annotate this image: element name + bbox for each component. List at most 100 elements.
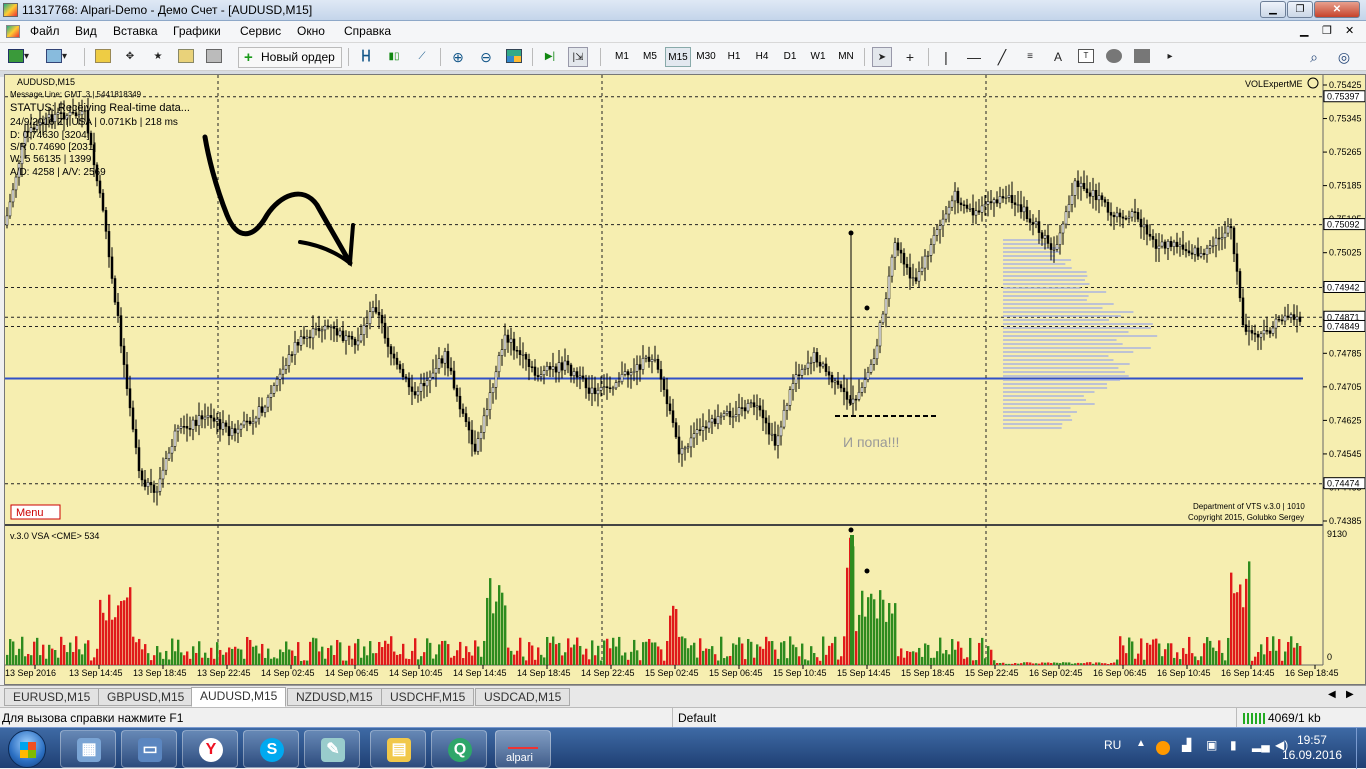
volume-bar — [840, 656, 843, 665]
label-icon[interactable]: T — [1076, 47, 1096, 67]
timeframe-h4[interactable]: H4 — [749, 47, 775, 67]
volume-bar — [135, 642, 138, 665]
close-button[interactable]: ✕ — [1314, 1, 1360, 18]
arrows-icon[interactable]: ▸ — [1160, 47, 1180, 67]
menu-insert[interactable]: Вставка — [113, 24, 158, 38]
tray-device-icon[interactable]: ▣ — [1206, 738, 1217, 752]
chat-icon[interactable]: ◎ — [1334, 47, 1354, 67]
horizontal-line-icon[interactable]: — — [964, 47, 984, 67]
volume-bar — [558, 642, 561, 665]
menu-help[interactable]: Справка — [344, 24, 391, 38]
cursor-icon[interactable]: ➤ — [872, 47, 892, 67]
new-order-button[interactable]: Новый ордер — [238, 47, 342, 68]
vertical-line-icon[interactable]: | — [936, 47, 956, 67]
candle-body — [422, 382, 426, 387]
candle-body — [179, 426, 183, 429]
timeframe-h1[interactable]: H1 — [721, 47, 747, 67]
timeframe-mn[interactable]: MN — [833, 47, 859, 67]
fibonacci-icon[interactable]: ≡ — [1020, 47, 1040, 67]
volume-bar — [81, 654, 84, 665]
chart-window[interactable]: 0.754250.753450.752650.751850.751050.750… — [4, 74, 1366, 685]
chart-shift-icon[interactable]: |⇲ — [568, 47, 588, 67]
market-watch-icon[interactable] — [93, 47, 113, 67]
timeframe-d1[interactable]: D1 — [777, 47, 803, 67]
tab-usdcad[interactable]: USDCAD,M15 — [475, 688, 571, 706]
volume-bar — [810, 646, 813, 665]
taskbar-yandex[interactable]: Y — [182, 730, 238, 768]
tray-app-icon[interactable] — [1156, 741, 1170, 755]
timeframe-w1[interactable]: W1 — [805, 47, 831, 67]
tab-usdchf[interactable]: USDCHF,M15 — [381, 688, 475, 706]
trendline-icon[interactable]: ╱ — [992, 47, 1012, 67]
tray-network-icon[interactable]: ▟ — [1182, 738, 1191, 752]
menu-file[interactable]: Файл — [30, 24, 60, 38]
volume-bar — [456, 650, 459, 665]
tab-audusd[interactable]: AUDUSD,M15 — [191, 687, 287, 707]
tray-power-icon[interactable]: ▮ — [1230, 738, 1237, 752]
taskbar-computer[interactable]: ▭ — [121, 730, 177, 768]
chart-canvas[interactable]: 0.754250.753450.752650.751850.751050.750… — [5, 75, 1366, 684]
data-window-icon[interactable]: ✥ — [120, 47, 140, 67]
taskbar-skype[interactable]: S — [243, 730, 299, 768]
candlestick-icon[interactable]: ▮▯ — [384, 47, 404, 67]
timeframe-m15[interactable]: M15 — [665, 47, 691, 67]
ellipse-icon[interactable] — [1104, 47, 1124, 67]
text-icon[interactable]: A — [1048, 47, 1068, 67]
mdi-minimize-icon[interactable]: ▁ — [1300, 24, 1308, 37]
terminal-icon[interactable] — [176, 47, 196, 67]
timeframe-m1[interactable]: M1 — [609, 47, 635, 67]
tab-nzdusd[interactable]: NZDUSD,M15 — [287, 688, 382, 706]
candle-body — [278, 373, 282, 380]
tile-windows-icon[interactable] — [504, 47, 524, 67]
timeframe-m30[interactable]: M30 — [693, 47, 719, 67]
taskbar-alpari[interactable]: alpari — [495, 730, 551, 768]
line-chart-icon[interactable]: ⟋ — [412, 47, 432, 67]
menu-view[interactable]: Вид — [75, 24, 97, 38]
volume-bar — [1086, 662, 1089, 665]
tray-signal-icon[interactable]: ▂▄ — [1252, 738, 1270, 752]
tray-arrow-icon[interactable]: ▲ — [1136, 738, 1146, 749]
strategy-tester-icon[interactable] — [204, 47, 224, 67]
volume-bar — [864, 616, 867, 665]
candle-body — [176, 428, 180, 432]
candle-body — [194, 419, 198, 426]
tab-eurusd[interactable]: EURUSD,M15 — [4, 688, 100, 706]
menu-button-label[interactable]: Menu — [16, 507, 44, 519]
tab-scroll-right-icon[interactable]: ▶ — [1346, 689, 1354, 700]
navigator-icon[interactable]: ★ — [148, 47, 168, 67]
tray-language[interactable]: RU — [1104, 738, 1121, 752]
candle-body — [626, 371, 630, 376]
volume-bar — [330, 645, 333, 665]
taskbar-qip[interactable]: Q — [431, 730, 487, 768]
profiles-icon[interactable]: ▾ — [46, 47, 67, 67]
volume-bar — [885, 621, 888, 665]
volume-bar — [600, 660, 603, 665]
menu-charts[interactable]: Графики — [173, 24, 221, 38]
new-chart-icon[interactable]: ▾ — [8, 47, 29, 67]
mdi-close-icon[interactable]: ✕ — [1345, 24, 1354, 37]
zoom-in-icon[interactable]: ⊕ — [448, 47, 468, 67]
search-icon[interactable]: ⌕ — [1304, 47, 1324, 67]
crosshair-icon[interactable]: + — [900, 47, 920, 67]
menu-tools[interactable]: Сервис — [240, 24, 281, 38]
zoom-out-icon[interactable]: ⊖ — [476, 47, 496, 67]
taskbar-notes[interactable]: ✎ — [304, 730, 360, 768]
timeframe-m5[interactable]: M5 — [637, 47, 663, 67]
volume-bar — [498, 585, 501, 665]
rectangle-icon[interactable] — [1132, 47, 1152, 67]
maximize-button[interactable]: ❐ — [1287, 1, 1313, 18]
show-desktop-button[interactable] — [1356, 728, 1366, 769]
volume-bar — [42, 644, 45, 665]
candle-body — [857, 391, 861, 400]
taskbar-calculator[interactable]: ▦ — [60, 730, 116, 768]
bar-chart-icon[interactable]: ┣┫ — [356, 47, 376, 67]
tab-gbpusd[interactable]: GBPUSD,M15 — [98, 688, 194, 706]
menu-window[interactable]: Окно — [297, 24, 325, 38]
tab-scroll-left-icon[interactable]: ◀ — [1328, 689, 1336, 700]
taskbar-explorer[interactable]: ▤ — [370, 730, 426, 768]
start-button[interactable] — [8, 730, 46, 768]
mdi-restore-icon[interactable]: ❐ — [1322, 24, 1332, 37]
minimize-button[interactable]: ▁ — [1260, 1, 1286, 18]
volume-bar — [273, 657, 276, 665]
auto-scroll-icon[interactable]: ▶| — [540, 47, 560, 67]
